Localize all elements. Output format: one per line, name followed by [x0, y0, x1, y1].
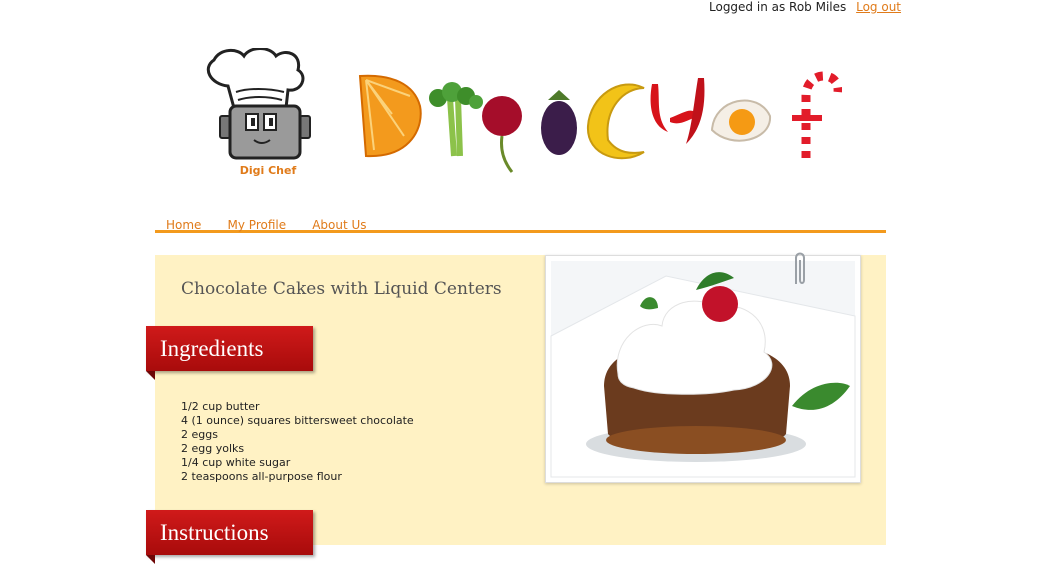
ingredients-heading-label: Ingredients [160, 336, 264, 361]
nav-about-us[interactable]: About Us [312, 218, 366, 232]
ingredient-item: 2 eggs [181, 428, 218, 441]
banana-icon [586, 83, 645, 160]
eggplant-icon [541, 90, 577, 155]
recipe-photo [545, 255, 861, 483]
ingredient-item: 1/2 cup butter [181, 400, 260, 413]
chef-hat-icon [206, 48, 305, 110]
nav-home[interactable]: Home [166, 218, 201, 232]
main-nav: Home My Profile About Us [155, 214, 886, 233]
login-text: Logged in as Rob Miles [709, 0, 847, 14]
instructions-heading: Instructions [146, 510, 313, 564]
ingredient-item: 2 teaspoons all-purpose flour [181, 470, 342, 483]
orange-slice-icon [358, 74, 422, 158]
egg-icon [710, 99, 772, 142]
nav-my-profile[interactable]: My Profile [228, 218, 287, 232]
digi-chef-logo[interactable]: Digi Chef [198, 48, 328, 178]
ingredients-heading: Ingredients [146, 326, 313, 380]
instructions-heading-label: Instructions [160, 520, 269, 545]
recipe-panel: Chocolate Cakes with Liquid Centers Ingr… [146, 252, 886, 564]
paperclip-icon [795, 252, 805, 284]
cherry-icon [482, 96, 522, 173]
logo-caption: Digi Chef [240, 164, 297, 177]
ingredient-item: 4 (1 ounce) squares bittersweet chocolat… [181, 414, 414, 427]
ribbon-fold [146, 371, 155, 380]
logout-link[interactable]: Log out [856, 0, 901, 14]
recipe-title: Chocolate Cakes with Liquid Centers [181, 279, 502, 299]
ingredients-list: 1/2 cup butter 4 (1 ounce) squares bitte… [181, 400, 414, 484]
ribbon-fold [146, 555, 155, 564]
chili-peppers-icon [650, 78, 705, 144]
digichef-banner-logo [358, 71, 842, 173]
candy-cane-icon [792, 71, 842, 158]
ingredient-item: 1/4 cup white sugar [181, 456, 291, 469]
ingredient-item: 2 egg yolks [181, 442, 245, 455]
celery-icon [429, 82, 483, 157]
login-status: Logged in as Rob Miles Log out [709, 0, 901, 14]
robot-head-icon [219, 104, 311, 160]
